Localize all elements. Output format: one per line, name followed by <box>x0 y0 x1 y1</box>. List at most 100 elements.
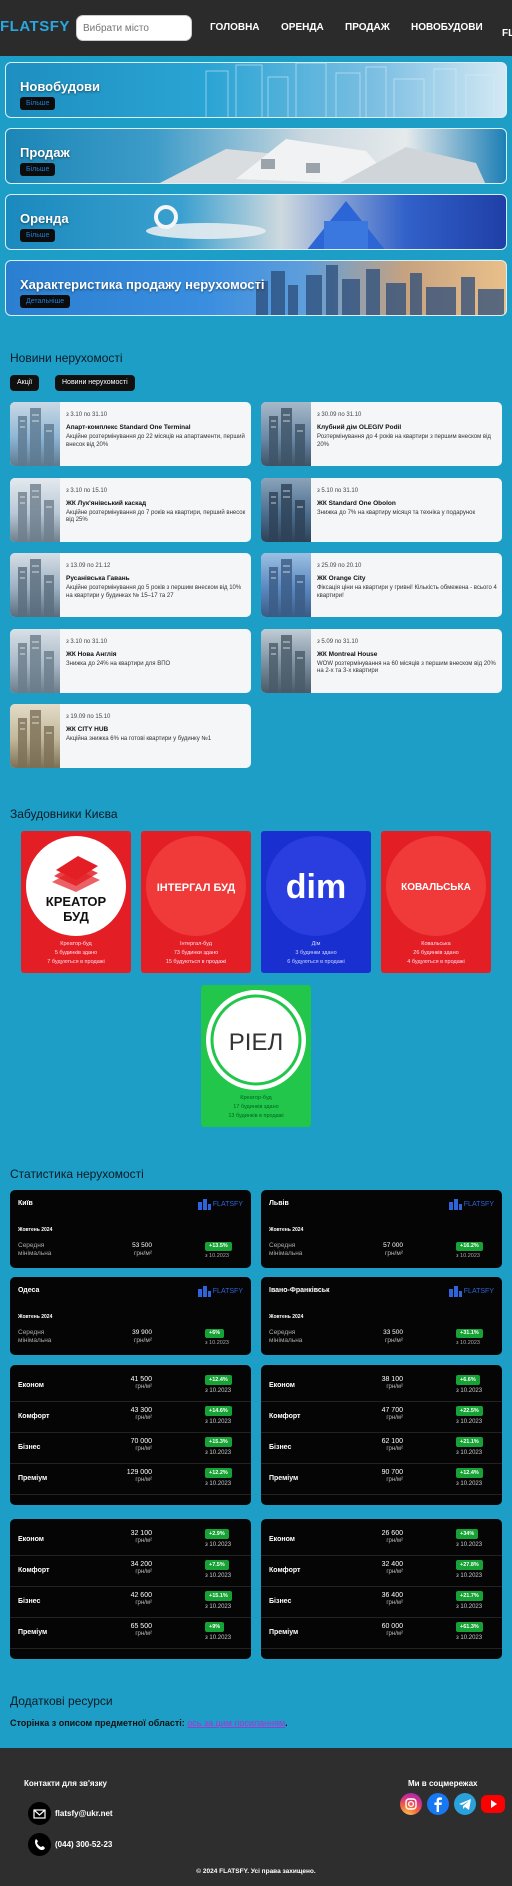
news-title: Клубний дім OLEGIV Podil <box>317 424 402 431</box>
hero-more-button[interactable]: Більше <box>20 97 56 110</box>
news-card[interactable]: з 13.09 по 21.12 Русанівська Гавань Акційн… <box>10 553 251 617</box>
change-badge: +22.5% <box>456 1406 483 1416</box>
developer-selling: 6 будуються в продажі <box>287 959 345 965</box>
change-period: з 10.2023 <box>205 1481 232 1487</box>
change-period: з 10.2023 <box>205 1340 229 1346</box>
hero-more-button[interactable]: Більше <box>20 163 56 176</box>
chip-promotions[interactable]: Акції <box>10 375 40 391</box>
contact-phone[interactable]: (044) 300-52-23 <box>55 1840 112 1849</box>
class-price: 32 100 грн/м² <box>130 1530 152 1545</box>
city-search-input[interactable] <box>76 15 192 41</box>
telegram-icon[interactable] <box>454 1793 476 1815</box>
change-period: з 10.2023 <box>205 1253 229 1259</box>
change-badge: +6.6% <box>456 1375 480 1385</box>
class-name: Бізнес <box>269 1598 292 1605</box>
nav-home-link[interactable]: ГОЛОВНА <box>210 22 260 33</box>
developer-name: Креатор-буд <box>240 1095 272 1101</box>
news-title: ЖК CITY HUB <box>66 726 109 733</box>
riel-logo-icon: РІЕЛ <box>210 994 302 1086</box>
news-description: Акційне розтермінування до 22 місяців на… <box>66 434 245 448</box>
class-row: Бізнес 70 000 грн/м² +15.3% з 10.2023 <box>10 1433 251 1464</box>
developer-built: 17 будинків здано <box>233 1104 279 1110</box>
news-description: Фіксація ціни на квартири у гривні! Кіль… <box>317 585 497 599</box>
change-badge: +27.8% <box>456 1560 483 1570</box>
news-card[interactable]: з 3.10 по 31.10 Апарт-комплекс Standard O… <box>10 402 251 466</box>
news-card[interactable]: з 3.10 по 31.10 ЖК Нова Англія Знижка до 2… <box>10 628 251 693</box>
news-date: з 13.09 по 21.12 <box>66 563 111 569</box>
class-stat-card: Економ 26 600 грн/м² +34% з 10.2023 Комфорт 32… <box>261 1519 502 1659</box>
developer-card-dim[interactable]: dim Дім 3 будинки здано 6 будуються в пр… <box>261 831 371 973</box>
flatsfy-brand: FLATSFY <box>448 1198 494 1210</box>
resources-description: Сторінка з описом предметної області: <box>10 1718 185 1728</box>
developer-card-intergal[interactable]: ІНТЕРГАЛ БУД Інтергал-буд 73 будинки зда… <box>141 831 251 973</box>
nav-overflow-link[interactable]: FL <box>502 28 512 39</box>
change-period: з 10.2023 <box>456 1635 483 1641</box>
facebook-icon[interactable] <box>427 1793 449 1815</box>
class-name: Комфорт <box>269 1413 301 1420</box>
news-card[interactable]: з 19.09 по 15.10 ЖК CITY HUB Акційна знижк… <box>10 704 251 768</box>
developer-card-kreator[interactable]: КРЕАТОР БУД Креатор-буд 5 будинків здано… <box>21 831 131 973</box>
change-period: з 10.2023 <box>456 1604 483 1610</box>
developer-selling: 4 будуються в продажі <box>407 959 465 965</box>
change-period: з 10.2023 <box>205 1573 232 1579</box>
nav-newbuild-link[interactable]: НОВОБУДОВИ <box>411 22 483 33</box>
news-photo <box>10 402 60 466</box>
logo-text: ІНТЕРГАЛ БУД <box>157 882 236 894</box>
nav-rent-link[interactable]: ОРЕНДА <box>281 22 324 33</box>
class-price: 38 100 грн/м² <box>381 1376 403 1391</box>
resources-heading: Додаткові ресурси <box>10 1694 113 1708</box>
nav-sale-link[interactable]: ПРОДАЖ <box>345 22 390 33</box>
news-description: Знижка до 24% на квартири для ВПО <box>66 660 171 667</box>
logo-text: dim <box>286 868 346 906</box>
news-description: Акційне розтермінування до 5 років з пер… <box>66 585 242 599</box>
city-stat-card: Київ FLATSFY Жовтень 2024 Середня мінімальн… <box>10 1190 251 1268</box>
logo-text: БУД <box>63 909 89 924</box>
news-card[interactable]: з 30.09 по 31.10 Клубний дім OLEGIV Podil… <box>261 402 502 466</box>
developer-card-kovalska[interactable]: КОВАЛЬСЬКА Ковальська 26 будинків здано … <box>381 831 491 973</box>
city-stat-card: Івано-Франківськ FLATSFY Жовтень 2024 Сере… <box>261 1277 502 1355</box>
news-card[interactable]: з 5.10 по 31.10 ЖК Standard One Obolon Зни… <box>261 477 502 542</box>
developer-logo: КРЕАТОР БУД <box>26 836 126 936</box>
change-period: з 10.2023 <box>205 1388 232 1394</box>
news-card[interactable]: з 3.10 по 15.10 ЖК Лук'янівський каскад Ак… <box>10 477 251 542</box>
news-card[interactable]: з 25.09 по 20.10 ЖК Orange City Фіксація ц… <box>261 553 502 617</box>
change-period: з 10.2023 <box>456 1388 483 1394</box>
developer-logo: ІНТЕРГАЛ БУД <box>146 836 246 936</box>
site-logo[interactable]: FLATSFY <box>0 18 70 35</box>
class-price: 32 400 грн/м² <box>381 1561 403 1576</box>
class-stat-card: Економ 38 100 грн/м² +6.6% з 10.2023 Комфорт 4… <box>261 1365 502 1505</box>
hero-more-button[interactable]: Більше <box>20 229 56 242</box>
class-row: Економ 41 500 грн/м² +12.4% з 10.2023 <box>10 1371 251 1402</box>
subject-area-link[interactable]: ось за цим посиланням <box>187 1718 285 1728</box>
developer-card-riel[interactable]: РІЕЛ Креатор-буд 17 будинків здано 13 бу… <box>201 985 311 1127</box>
class-name: Преміум <box>269 1629 299 1636</box>
logo-text: КОВАЛЬСЬКА <box>401 882 471 893</box>
news-description: Розтермінування до 4 років на квартири з… <box>317 434 491 448</box>
contact-email[interactable]: flatsfy@ukr.net <box>55 1809 113 1818</box>
class-row: Економ 38 100 грн/м² +6.6% з 10.2023 <box>261 1371 502 1402</box>
class-row: Преміум 65 500 грн/м² +9% з 10.2023 <box>10 1618 251 1649</box>
stat-month: Жовтень 2024 <box>269 1314 304 1320</box>
instagram-icon[interactable] <box>400 1793 422 1815</box>
resources-suffix: . <box>285 1718 288 1728</box>
news-date: з 25.09 по 20.10 <box>317 563 362 569</box>
change-period: з 10.2023 <box>205 1604 232 1610</box>
class-name: Преміум <box>269 1475 299 1482</box>
class-name: Бізнес <box>269 1444 292 1451</box>
change-period: з 10.2023 <box>205 1450 232 1456</box>
hero-details-button[interactable]: Детальніше <box>20 295 71 308</box>
avg-price: 33 500 грн/м² <box>383 1329 403 1344</box>
developer-built: 73 будинки здано <box>173 950 219 956</box>
footer: Контакти для зв'язку flatsfy@ukr.net (04… <box>0 1748 512 1886</box>
chip-realty-news[interactable]: Новини нерухомості <box>55 375 135 391</box>
flatsfy-brand: FLATSFY <box>197 1285 243 1297</box>
class-name: Економ <box>269 1536 295 1543</box>
news-date: з 19.09 по 15.10 <box>66 714 111 720</box>
change-period: з 10.2023 <box>205 1635 232 1641</box>
hero-rent: Оренда Більше <box>5 194 507 250</box>
avg-price: 53 500 грн/м² <box>132 1242 152 1257</box>
news-card[interactable]: з 5.09 по 31.10 ЖК Montreal House WOW розт… <box>261 628 502 693</box>
youtube-icon[interactable] <box>481 1795 505 1813</box>
city-name: Львів <box>269 1200 289 1207</box>
hero-newbuilds: Новобудови Більше <box>5 62 507 118</box>
